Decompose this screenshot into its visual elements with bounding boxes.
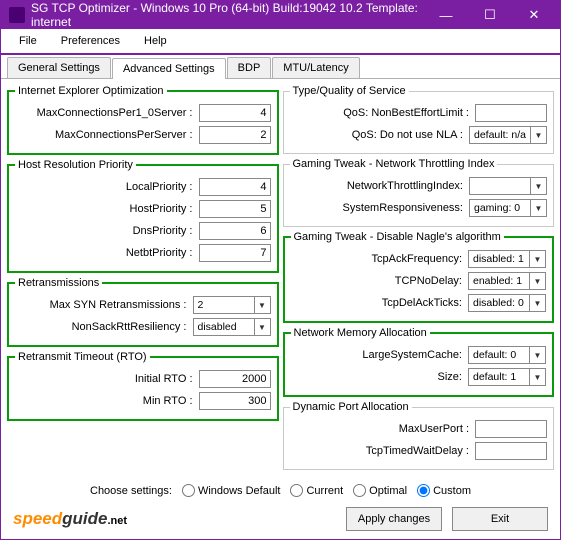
select-tnd[interactable]: enabled: 1▼ — [468, 272, 546, 290]
legend-gt2: Gaming Tweak - Disable Nagle's algorithm — [291, 231, 504, 243]
input-initialrto[interactable] — [199, 370, 271, 388]
select-nla[interactable]: default: n/a▼ — [469, 126, 547, 144]
menubar: File Preferences Help — [1, 29, 560, 55]
select-lsc[interactable]: default: 0▼ — [468, 346, 546, 364]
input-mup[interactable] — [475, 420, 547, 438]
group-gaming-throttling: Gaming Tweak - Network Throttling Index … — [283, 158, 555, 227]
group-ie-optimization: Internet Explorer Optimization MaxConnec… — [7, 85, 279, 155]
chevron-down-icon: ▼ — [530, 200, 546, 216]
label-size: Size: — [291, 371, 469, 383]
titlebar: SG TCP Optimizer - Windows 10 Pro (64-bi… — [1, 1, 560, 29]
legend-dpa: Dynamic Port Allocation — [290, 401, 412, 413]
input-maxconnsrv[interactable] — [199, 126, 271, 144]
group-gaming-nagle: Gaming Tweak - Disable Nagle's algorithm… — [283, 231, 555, 323]
close-button[interactable]: ✕ — [512, 1, 556, 29]
menu-help[interactable]: Help — [134, 33, 177, 49]
tab-general[interactable]: General Settings — [7, 57, 111, 78]
menu-file[interactable]: File — [9, 33, 47, 49]
group-qos: Type/Quality of Service QoS: NonBestEffo… — [283, 85, 555, 154]
label-nbe: QoS: NonBestEffortLimit : — [290, 107, 476, 119]
input-hostpri[interactable] — [199, 200, 271, 218]
select-nti[interactable]: ▼ — [469, 177, 547, 195]
menu-preferences[interactable]: Preferences — [51, 33, 130, 49]
label-sr: SystemResponsiveness: — [290, 202, 470, 214]
group-dynamic-port: Dynamic Port Allocation MaxUserPort : Tc… — [283, 401, 555, 470]
legend-gt1: Gaming Tweak - Network Throttling Index — [290, 158, 498, 170]
label-hostpri: HostPriority : — [15, 203, 199, 215]
group-rto: Retransmit Timeout (RTO) Initial RTO : M… — [7, 351, 279, 421]
label-minrto: Min RTO : — [15, 395, 199, 407]
label-maxconnsrv: MaxConnectionsPerServer : — [15, 129, 199, 141]
chevron-down-icon: ▼ — [254, 297, 270, 313]
input-localpri[interactable] — [199, 178, 271, 196]
select-nonsack[interactable]: disabled▼ — [193, 318, 271, 336]
select-maxsyn[interactable]: 2▼ — [193, 296, 271, 314]
legend-hrp: Host Resolution Priority — [15, 159, 136, 171]
window-title: SG TCP Optimizer - Windows 10 Pro (64-bi… — [31, 1, 424, 29]
legend-ret: Retransmissions — [15, 277, 102, 289]
label-localpri: LocalPriority : — [15, 181, 199, 193]
input-ttwd[interactable] — [475, 442, 547, 460]
label-mup: MaxUserPort : — [290, 423, 476, 435]
exit-button[interactable]: Exit — [452, 507, 548, 531]
chevron-down-icon: ▼ — [529, 347, 545, 363]
radio-current[interactable]: Current — [290, 484, 343, 497]
minimize-button[interactable]: — — [424, 1, 468, 29]
input-maxconn10[interactable] — [199, 104, 271, 122]
radio-optimal[interactable]: Optimal — [353, 484, 407, 497]
label-tnd: TCPNoDelay: — [291, 275, 469, 287]
select-tdat[interactable]: disabled: 0▼ — [468, 294, 546, 312]
group-retransmissions: Retransmissions Max SYN Retransmissions … — [7, 277, 279, 347]
apply-button[interactable]: Apply changes — [346, 507, 442, 531]
tab-advanced[interactable]: Advanced Settings — [112, 58, 226, 79]
maximize-button[interactable]: ☐ — [468, 1, 512, 29]
chevron-down-icon: ▼ — [529, 369, 545, 385]
tab-bar: General Settings Advanced Settings BDP M… — [1, 55, 560, 79]
input-netbtpri[interactable] — [199, 244, 271, 262]
radio-windows-default[interactable]: Windows Default — [182, 484, 281, 497]
label-dnspri: DnsPriority : — [15, 225, 199, 237]
label-nonsack: NonSackRttResiliency : — [15, 321, 193, 333]
legend-nma: Network Memory Allocation — [291, 327, 430, 339]
label-nla: QoS: Do not use NLA : — [290, 129, 470, 141]
label-nti: NetworkThrottlingIndex: — [290, 180, 470, 192]
chevron-down-icon: ▼ — [530, 178, 546, 194]
label-lsc: LargeSystemCache: — [291, 349, 469, 361]
label-maxsyn: Max SYN Retransmissions : — [15, 299, 193, 311]
choose-settings-row: Choose settings: Windows Default Current… — [9, 484, 552, 497]
tab-bdp[interactable]: BDP — [227, 57, 272, 78]
tab-mtu[interactable]: MTU/Latency — [272, 57, 359, 78]
label-netbtpri: NetbtPriority : — [15, 247, 199, 259]
label-initialrto: Initial RTO : — [15, 373, 199, 385]
input-minrto[interactable] — [199, 392, 271, 410]
legend-rto: Retransmit Timeout (RTO) — [15, 351, 150, 363]
select-size[interactable]: default: 1▼ — [468, 368, 546, 386]
label-tdat: TcpDelAckTicks: — [291, 297, 469, 309]
chevron-down-icon: ▼ — [529, 251, 545, 267]
label-maxconn10: MaxConnectionsPer1_0Server : — [15, 107, 199, 119]
chevron-down-icon: ▼ — [530, 127, 546, 143]
group-host-resolution: Host Resolution Priority LocalPriority :… — [7, 159, 279, 273]
chevron-down-icon: ▼ — [254, 319, 270, 335]
input-dnspri[interactable] — [199, 222, 271, 240]
label-ttwd: TcpTimedWaitDelay : — [290, 445, 476, 457]
choose-label: Choose settings: — [90, 485, 172, 497]
input-nbe[interactable] — [475, 104, 547, 122]
app-icon — [9, 7, 25, 23]
radio-custom[interactable]: Custom — [417, 484, 471, 497]
select-taf[interactable]: disabled: 1▼ — [468, 250, 546, 268]
legend-ie: Internet Explorer Optimization — [15, 85, 167, 97]
label-taf: TcpAckFrequency: — [291, 253, 469, 265]
chevron-down-icon: ▼ — [529, 273, 545, 289]
select-sr[interactable]: gaming: 0▼ — [469, 199, 547, 217]
chevron-down-icon: ▼ — [529, 295, 545, 311]
group-network-memory: Network Memory Allocation LargeSystemCac… — [283, 327, 555, 397]
speedguide-logo: speedguide.net — [13, 509, 127, 529]
legend-qos: Type/Quality of Service — [290, 85, 409, 97]
